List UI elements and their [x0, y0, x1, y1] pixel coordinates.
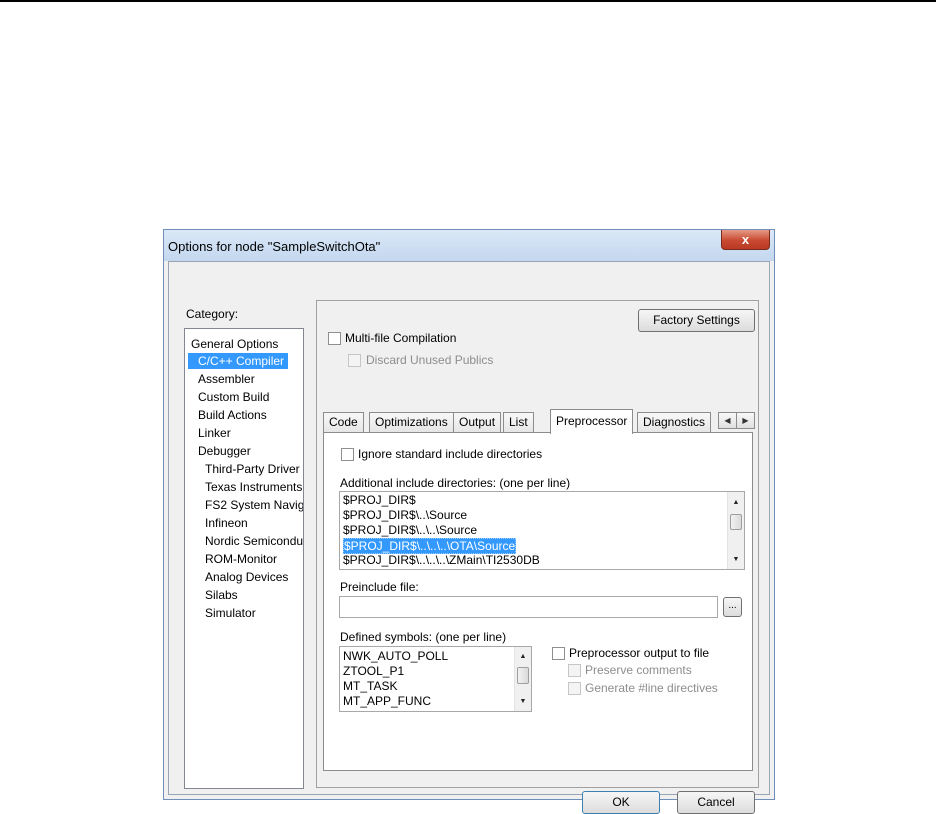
category-item-third-party-driver[interactable]: Third-Party Driver: [205, 461, 300, 477]
defined-symbol-line: NWK_AUTO_POLL: [343, 649, 449, 663]
category-item-c-cpp-compiler[interactable]: C/C++ Compiler: [188, 353, 289, 369]
include-dir-line-selected: $PROJ_DIR$\..\..\..\OTA\Source: [343, 538, 517, 554]
tab-preprocessor[interactable]: Preprocessor: [550, 409, 634, 434]
page-top-rule: [0, 0, 936, 2]
title-bar[interactable]: Options for node "SampleSwitchOta" x: [164, 230, 774, 261]
ignore-std-include-label: Ignore standard include directories: [358, 447, 543, 461]
scroll-thumb[interactable]: [517, 667, 529, 684]
multi-file-compilation-checkbox[interactable]: [328, 332, 341, 345]
include-dir-line: $PROJ_DIR$\..\..\..\ZMain\TI2530DB: [343, 553, 540, 567]
category-item-texas-instruments[interactable]: Texas Instruments: [205, 479, 302, 495]
discard-unused-publics-label: Discard Unused Publics: [366, 353, 494, 367]
options-dialog: Options for node "SampleSwitchOta" x Cat…: [163, 229, 775, 814]
category-item-fs2-system-navigator[interactable]: FS2 System Naviga: [205, 497, 303, 513]
scroll-thumb[interactable]: [730, 514, 742, 530]
defined-symbols-label: Defined symbols: (one per line): [340, 630, 507, 644]
arrow-left-icon: ◀: [724, 416, 731, 425]
category-item-simulator[interactable]: Simulator: [205, 605, 256, 621]
preinclude-browse-button[interactable]: ...: [723, 597, 742, 617]
defined-symbol-line: MT_TASK: [343, 679, 398, 693]
discard-unused-publics-checkbox[interactable]: [348, 354, 361, 367]
defined-symbol-line: ZTOOL_P1: [343, 664, 405, 678]
preserve-comments-label: Preserve comments: [585, 663, 692, 677]
preinclude-file-label: Preinclude file:: [340, 580, 419, 594]
include-dirs-textarea[interactable]: $PROJ_DIR$ $PROJ_DIR$\..\Source $PROJ_DI…: [339, 491, 745, 570]
preserve-comments-checkbox[interactable]: [568, 664, 581, 677]
defined-symbols-textarea[interactable]: NWK_AUTO_POLL ZTOOL_P1 MT_TASK MT_APP_FU…: [339, 646, 532, 712]
tab-diagnostics[interactable]: Diagnostics: [637, 412, 712, 432]
scroll-down-icon[interactable]: ▼: [515, 694, 531, 710]
tab-output[interactable]: Output: [453, 412, 502, 432]
ok-button[interactable]: OK: [582, 791, 660, 814]
category-label: Category:: [186, 307, 239, 321]
scroll-up-icon[interactable]: ▲: [515, 649, 531, 665]
category-item-infineon[interactable]: Infineon: [205, 515, 248, 531]
preinclude-file-input[interactable]: [339, 596, 718, 618]
tab-code[interactable]: Code: [323, 412, 364, 432]
category-item-analog-devices[interactable]: Analog Devices: [205, 569, 288, 585]
scroll-down-icon[interactable]: ▼: [728, 552, 744, 568]
defined-symbol-line: MT_APP_FUNC: [343, 694, 432, 708]
factory-settings-button[interactable]: Factory Settings: [638, 309, 755, 332]
cancel-button[interactable]: Cancel: [677, 791, 755, 814]
include-dir-line: $PROJ_DIR$\..\Source: [343, 508, 468, 522]
multi-file-compilation-label: Multi-file Compilation: [345, 331, 457, 345]
category-list[interactable]: General Options C/C++ Compiler Assembler…: [184, 328, 304, 789]
generate-line-directives-label: Generate #line directives: [585, 681, 718, 695]
close-button[interactable]: x: [721, 230, 770, 250]
category-item-build-actions[interactable]: Build Actions: [198, 407, 267, 423]
tab-list[interactable]: List: [503, 412, 534, 432]
category-item-assembler[interactable]: Assembler: [198, 371, 255, 387]
category-item-custom-build[interactable]: Custom Build: [198, 389, 269, 405]
category-item-general-options[interactable]: General Options: [191, 336, 278, 352]
category-item-linker[interactable]: Linker: [198, 425, 231, 441]
ignore-std-include-checkbox[interactable]: [341, 448, 354, 461]
category-item-debugger[interactable]: Debugger: [198, 443, 251, 459]
tab-scroll-left-button[interactable]: ◀: [718, 412, 737, 429]
include-dir-line: $PROJ_DIR$\..\..\Source: [343, 523, 478, 537]
window-title: Options for node "SampleSwitchOta": [168, 239, 381, 254]
include-dir-line: $PROJ_DIR$: [343, 493, 416, 507]
tab-optimizations[interactable]: Optimizations: [369, 412, 454, 432]
include-dirs-scrollbar[interactable]: ▲ ▼: [727, 492, 744, 569]
scroll-up-icon[interactable]: ▲: [728, 495, 744, 511]
dialog-client: Category: General Options C/C++ Compiler…: [168, 261, 770, 814]
close-icon: x: [741, 232, 750, 247]
defined-symbols-scrollbar[interactable]: ▲ ▼: [514, 647, 531, 711]
category-item-nordic-semiconductor[interactable]: Nordic Semiconduc: [205, 533, 303, 549]
pp-output-to-file-checkbox[interactable]: [552, 647, 565, 660]
tab-scroll-right-button[interactable]: ▶: [736, 412, 755, 429]
category-item-silabs[interactable]: Silabs: [205, 587, 238, 603]
include-dirs-label: Additional include directories: (one per…: [340, 476, 571, 490]
generate-line-directives-checkbox[interactable]: [568, 682, 581, 695]
category-item-rom-monitor[interactable]: ROM-Monitor: [205, 551, 277, 567]
arrow-right-icon: ▶: [742, 416, 749, 425]
pp-output-to-file-label: Preprocessor output to file: [569, 646, 710, 660]
